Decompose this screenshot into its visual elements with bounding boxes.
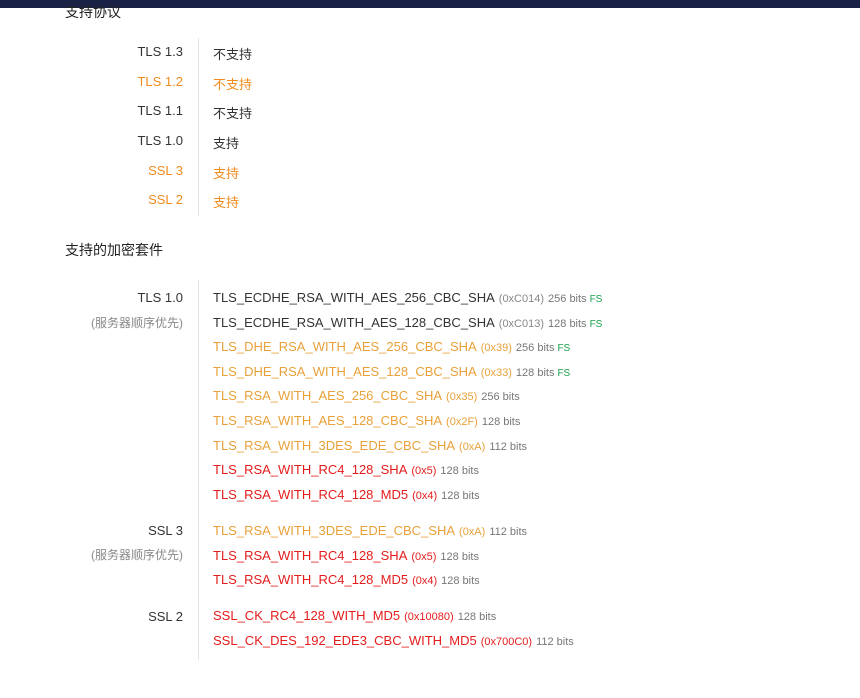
cipher-suite-name: SSL_CK_DES_192_EDE3_CBC_WITH_MD5 (213, 633, 477, 648)
cipher-suite-name: TLS_RSA_WITH_RC4_128_MD5 (213, 572, 409, 587)
cipher-suite-name: TLS_ECDHE_RSA_WITH_AES_128_CBC_SHA (213, 315, 495, 330)
cipher-suite-code: (0x5) (411, 551, 437, 563)
cipher-suite-bits: 256 bits (515, 342, 555, 354)
cipher-suite: TLS_RSA_WITH_AES_128_CBC_SHA (0x2F) 128 bi… (213, 413, 520, 435)
cipher-suite-code: (0x2F) (446, 416, 478, 428)
cipher-suite: TLS_DHE_RSA_WITH_AES_256_CBC_SHA (0x39) 25… (213, 339, 570, 361)
protocol-name: TLS 1.2 (137, 74, 183, 89)
cipher-suite: TLS_RSA_WITH_3DES_EDE_CBC_SHA (0xA) 112 bi… (213, 438, 527, 460)
cipher-suite-name: TLS_DHE_RSA_WITH_AES_256_CBC_SHA (213, 339, 477, 354)
protocol-status: 不支持 (213, 106, 253, 121)
cipher-suite: SSL_CK_DES_192_EDE3_CBC_WITH_MD5 (0x700C0… (213, 633, 574, 655)
cipher-group-protocol: SSL 3 (148, 523, 183, 538)
protocol-status: 支持 (213, 195, 240, 210)
protocols-section-title: 支持协议 (65, 4, 121, 20)
cipher-suite-code: (0xA) (459, 526, 486, 538)
cipher-suite: TLS_DHE_RSA_WITH_AES_128_CBC_SHA (0x33) 12… (213, 364, 570, 386)
protocol-status: 支持 (213, 136, 240, 151)
cipher-suite-name: TLS_RSA_WITH_3DES_EDE_CBC_SHA (213, 438, 456, 453)
ciphers-divider (198, 280, 199, 660)
cipher-suite-name: TLS_RSA_WITH_RC4_128_SHA (213, 462, 408, 477)
cipher-suite: SSL_CK_RC4_128_WITH_MD5 (0x10080) 128 bits (213, 608, 496, 630)
forward-secrecy-badge: FS (557, 368, 571, 379)
cipher-suite-name: TLS_RSA_WITH_AES_256_CBC_SHA (213, 388, 443, 403)
cipher-suite-code: (0xC013) (498, 318, 545, 330)
cipher-suite-bits: 128 bits (481, 416, 521, 428)
forward-secrecy-badge: FS (589, 294, 603, 305)
protocol-status: 不支持 (213, 77, 253, 92)
cipher-suite-bits: 256 bits (481, 391, 520, 403)
cipher-suite-code: (0x39) (480, 342, 512, 354)
cipher-suite-bits: 112 bits (489, 441, 528, 453)
cipher-suite-name: TLS_DHE_RSA_WITH_AES_128_CBC_SHA (213, 364, 477, 379)
protocol-row: TLS 1.0 支持 (0, 133, 860, 155)
cipher-suite: TLS_ECDHE_RSA_WITH_AES_128_CBC_SHA (0xC01… (213, 315, 602, 337)
cipher-suite-code: (0x10080) (404, 611, 454, 623)
ciphers-section-title: 支持的加密套件 (65, 242, 163, 258)
protocol-status: 支持 (213, 166, 240, 181)
forward-secrecy-badge: FS (589, 319, 603, 330)
cipher-suite-name: TLS_RSA_WITH_3DES_EDE_CBC_SHA (213, 523, 456, 538)
cipher-suite-name: SSL_CK_RC4_128_WITH_MD5 (213, 608, 401, 623)
cipher-suite: TLS_RSA_WITH_RC4_128_MD5 (0x4) 128 bits (213, 572, 480, 594)
cipher-suite-bits: 128 bits (548, 318, 587, 330)
protocol-row: TLS 1.1 不支持 (0, 103, 860, 125)
cipher-suite: TLS_ECDHE_RSA_WITH_AES_256_CBC_SHA (0xC01… (213, 290, 602, 312)
cipher-suite-name: TLS_RSA_WITH_RC4_128_SHA (213, 548, 408, 563)
cipher-suite-name: TLS_ECDHE_RSA_WITH_AES_256_CBC_SHA (213, 290, 495, 305)
cipher-group-protocol: TLS 1.0 (137, 290, 183, 305)
cipher-group-order-note: (服务器顺序优先) (91, 548, 183, 562)
cipher-suite-code: (0xA) (459, 441, 486, 453)
cipher-group-protocol: SSL 2 (148, 609, 183, 624)
cipher-suite-code: (0x33) (480, 367, 512, 379)
cipher-group-order-note: (服务器顺序优先) (91, 316, 183, 330)
protocol-row: SSL 2 支持 (0, 192, 860, 214)
cipher-suite-name: TLS_RSA_WITH_RC4_128_MD5 (213, 487, 409, 502)
cipher-suite-bits: 128 bits (441, 490, 480, 502)
protocol-name: SSL 3 (148, 163, 183, 178)
cipher-suite-code: (0x700C0) (480, 636, 533, 648)
cipher-suite: TLS_RSA_WITH_AES_256_CBC_SHA (0x35) 256 bi… (213, 388, 520, 410)
cipher-suite-bits: 256 bits (548, 293, 587, 305)
cipher-suite-bits: 112 bits (489, 526, 528, 538)
cipher-suite-code: (0x4) (412, 490, 438, 502)
protocol-row: SSL 3 支持 (0, 163, 860, 185)
cipher-suite-bits: 128 bits (440, 465, 479, 477)
cipher-suite-bits: 112 bits (536, 636, 574, 648)
cipher-suite-code: (0xC014) (498, 293, 545, 305)
top-bar (0, 0, 860, 8)
protocol-status: 不支持 (213, 47, 253, 62)
cipher-suite-code: (0x35) (446, 391, 478, 403)
protocol-name: TLS 1.3 (137, 44, 183, 59)
cipher-suite: TLS_RSA_WITH_RC4_128_MD5 (0x4) 128 bits (213, 487, 480, 509)
cipher-suite-bits: 128 bits (440, 551, 479, 563)
forward-secrecy-badge: FS (557, 343, 571, 354)
cipher-suite-bits: 128 bits (457, 611, 497, 623)
cipher-suite: TLS_RSA_WITH_RC4_128_SHA (0x5) 128 bits (213, 548, 479, 570)
cipher-suite-bits: 128 bits (515, 367, 555, 379)
cipher-suite-name: TLS_RSA_WITH_AES_128_CBC_SHA (213, 413, 443, 428)
cipher-suite: TLS_RSA_WITH_RC4_128_SHA (0x5) 128 bits (213, 462, 479, 484)
protocol-name: TLS 1.1 (137, 103, 183, 118)
protocol-row: TLS 1.3 不支持 (0, 44, 860, 66)
protocol-name: TLS 1.0 (137, 133, 183, 148)
cipher-suite-bits: 128 bits (441, 575, 480, 587)
protocol-name: SSL 2 (148, 192, 183, 207)
protocol-row: TLS 1.2 不支持 (0, 74, 860, 96)
cipher-suite-code: (0x5) (411, 465, 437, 477)
cipher-suite: TLS_RSA_WITH_3DES_EDE_CBC_SHA (0xA) 112 bi… (213, 523, 527, 545)
cipher-suite-code: (0x4) (412, 575, 438, 587)
